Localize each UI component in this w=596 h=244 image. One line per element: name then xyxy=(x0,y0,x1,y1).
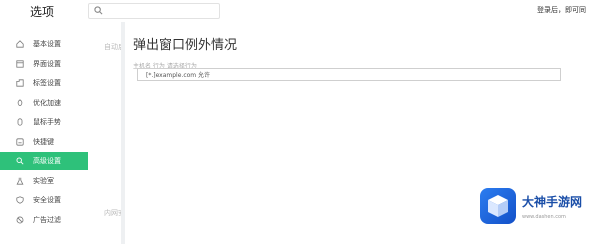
watermark-title: 大神手游网 xyxy=(522,195,583,209)
home-icon xyxy=(16,40,24,48)
sidebar-item-adblock[interactable]: 广告过滤 xyxy=(0,211,88,229)
sidebar-item-basic[interactable]: 基本设置 xyxy=(0,35,88,53)
sidebar-item-label: 优化加速 xyxy=(33,99,61,107)
watermark: 大神手游网 www.dashen.com xyxy=(476,186,594,238)
sidebar-item-label: 实验室 xyxy=(33,177,54,185)
search-input[interactable] xyxy=(88,3,220,19)
block-icon xyxy=(16,216,24,224)
sidebar-item-label: 安全设置 xyxy=(33,196,61,204)
sidebar-item-label: 鼠标手势 xyxy=(33,118,61,126)
select-value: [*.]example.com 允许 xyxy=(146,72,211,79)
sidebar-item-label: 界面设置 xyxy=(33,60,61,68)
sidebar-item-tabs[interactable]: 标签设置 xyxy=(0,74,88,92)
search-icon xyxy=(94,6,103,15)
sidebar-item-label: 高级设置 xyxy=(33,157,61,165)
sidebar-item-security[interactable]: 安全设置 xyxy=(0,191,88,209)
advanced-icon xyxy=(16,157,24,165)
sidebar-item-advanced[interactable]: 高级设置 xyxy=(0,152,88,170)
shield-icon xyxy=(16,196,24,204)
behavior-select[interactable]: [*.]example.com 允许 xyxy=(137,68,561,81)
sidebar-item-shortcuts[interactable]: 快捷键 xyxy=(0,133,88,151)
layout-icon xyxy=(16,60,24,68)
sidebar-item-gestures[interactable]: 鼠标手势 xyxy=(0,113,88,131)
sidebar-item-lab[interactable]: 实验室 xyxy=(0,172,88,190)
rocket-icon xyxy=(17,99,23,106)
tab-icon xyxy=(16,79,24,87)
sidebar-item-label: 基本设置 xyxy=(33,40,61,48)
sidebar-item-label: 标签设置 xyxy=(33,79,61,87)
sidebar-item-interface[interactable]: 界面设置 xyxy=(0,55,88,73)
sidebar-item-label: 快捷键 xyxy=(33,138,54,146)
flask-icon xyxy=(16,177,24,185)
logo-icon xyxy=(480,188,516,224)
sidebar-item-optimize[interactable]: 优化加速 xyxy=(0,94,88,112)
page-title: 弹出窗口例外情况 xyxy=(133,38,238,53)
sidebar: 基本设置 界面设置 标签设置 优化加速 鼠标手势 快捷键 高级设置 实验室 安全… xyxy=(0,22,132,244)
login-link[interactable]: 登录后，即可同 xyxy=(537,5,586,15)
app-title: 选项 xyxy=(30,5,55,19)
mouse-icon xyxy=(17,118,23,126)
sidebar-item-label: 广告过滤 xyxy=(33,216,61,224)
keyboard-icon xyxy=(16,138,24,146)
title-bar: 选项 登录后，即可同 xyxy=(0,0,596,22)
watermark-subtitle: www.dashen.com xyxy=(522,214,566,220)
